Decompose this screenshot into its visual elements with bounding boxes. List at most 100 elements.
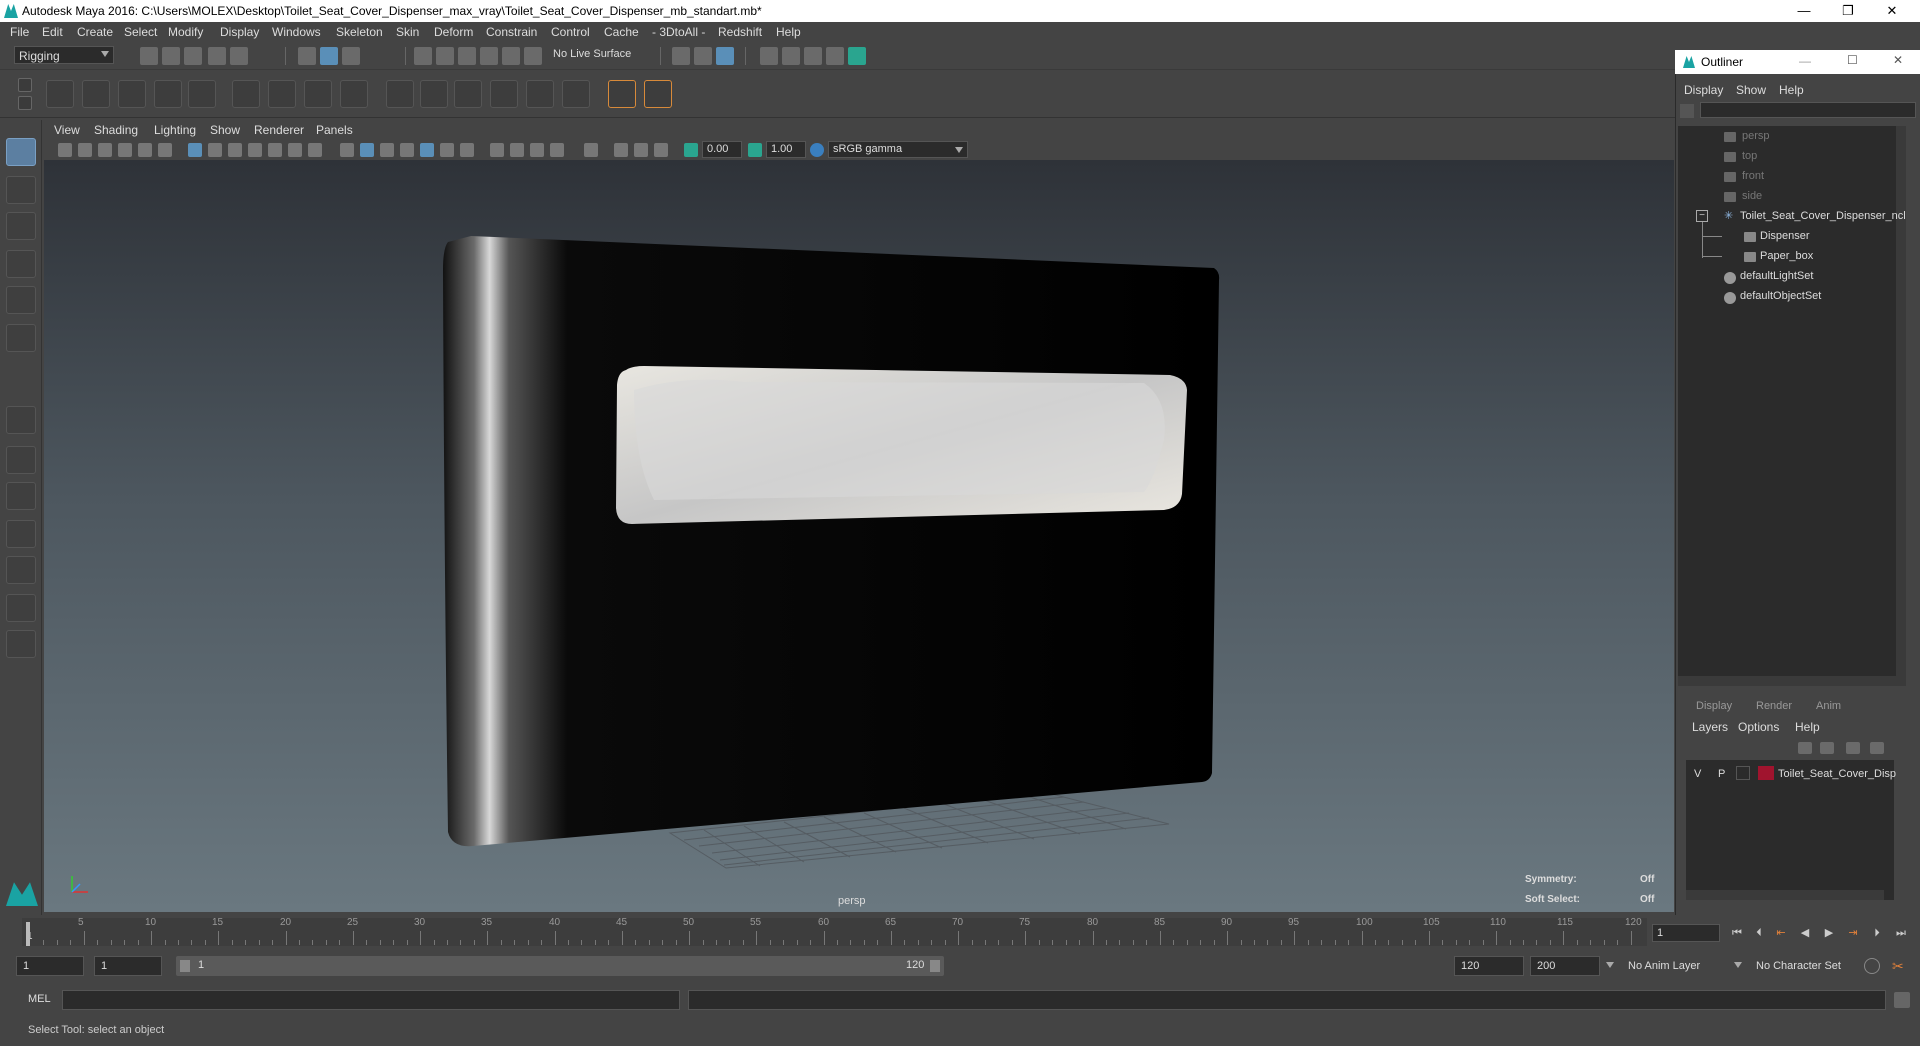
redo-icon[interactable] xyxy=(230,47,248,65)
layer-tab-anim[interactable]: Anim xyxy=(1816,700,1841,712)
select-object-icon[interactable] xyxy=(320,47,338,65)
pole-vector-icon[interactable] xyxy=(562,80,590,108)
menu-skeleton[interactable]: Skeleton xyxy=(336,25,383,39)
vp-menu-shading[interactable]: Shading xyxy=(94,123,138,137)
render-settings-icon[interactable] xyxy=(760,47,778,65)
menu-skin[interactable]: Skin xyxy=(396,25,419,39)
outliner-item-dispenser[interactable]: Dispenser xyxy=(1760,230,1810,242)
anim-layer-dropdown[interactable]: No Anim Layer xyxy=(1628,960,1700,972)
gamma-icon[interactable] xyxy=(748,143,762,157)
outliner-close-button[interactable]: ✕ xyxy=(1893,53,1903,67)
move-layer-down-icon[interactable] xyxy=(1820,742,1834,754)
perspective-viewport[interactable] xyxy=(44,160,1674,912)
layers-menu-layers[interactable]: Layers xyxy=(1692,720,1728,734)
grease-pencil-icon[interactable] xyxy=(158,143,172,157)
menu-3dtoall[interactable]: - 3DtoAll - xyxy=(652,25,705,39)
safe-action-icon[interactable] xyxy=(288,143,302,157)
single-pane-icon[interactable] xyxy=(6,406,36,434)
menu-modify[interactable]: Modify xyxy=(168,25,203,39)
time-slider-track[interactable] xyxy=(22,918,1647,946)
bookmark-icon[interactable] xyxy=(98,143,112,157)
persp-outliner-icon[interactable] xyxy=(6,520,36,548)
input-ops-icon[interactable] xyxy=(672,47,690,65)
range-handle-end[interactable] xyxy=(930,960,940,972)
new-scene-icon[interactable] xyxy=(140,47,158,65)
hud-icon[interactable] xyxy=(654,143,668,157)
grid-icon[interactable] xyxy=(188,143,202,157)
new-layer-selected-icon[interactable] xyxy=(1870,742,1884,754)
filter-icon[interactable] xyxy=(1680,104,1694,118)
menu-constrain[interactable]: Constrain xyxy=(486,25,537,39)
xray-joints-icon[interactable] xyxy=(614,143,628,157)
menu-redshift[interactable]: Redshift xyxy=(718,25,762,39)
hypershade-icon[interactable] xyxy=(848,47,866,65)
chevron-down-icon[interactable] xyxy=(1606,962,1614,968)
menu-display[interactable]: Display xyxy=(220,25,259,39)
vp-menu-show[interactable]: Show xyxy=(210,123,240,137)
scale-constraint-icon[interactable] xyxy=(490,80,518,108)
play-forward-icon[interactable]: ▶ xyxy=(1822,926,1836,940)
wireframe-on-shaded-icon[interactable] xyxy=(420,143,434,157)
animation-start-field[interactable]: 1 xyxy=(16,956,84,976)
set-driven-key-icon[interactable] xyxy=(644,80,672,108)
restore-button[interactable]: ❐ xyxy=(1826,0,1870,22)
vp-menu-lighting[interactable]: Lighting xyxy=(154,123,196,137)
collapse-toggle-icon[interactable]: − xyxy=(1696,210,1708,222)
gate-mask-icon[interactable] xyxy=(248,143,262,157)
menu-edit[interactable]: Edit xyxy=(42,25,63,39)
outliner-search-input[interactable] xyxy=(1700,102,1916,118)
image-plane-icon[interactable] xyxy=(118,143,132,157)
step-forward-frame-icon[interactable]: ⇥ xyxy=(1846,926,1860,940)
go-to-end-icon[interactable]: ⏭ xyxy=(1894,926,1908,940)
default-lighting-icon[interactable] xyxy=(380,143,394,157)
camera-attributes-icon[interactable] xyxy=(78,143,92,157)
film-gate-icon[interactable] xyxy=(208,143,222,157)
outliner-item-default-light-set[interactable]: defaultLightSet xyxy=(1740,270,1813,282)
bind-skin-icon[interactable] xyxy=(232,80,260,108)
point-constraint-icon[interactable] xyxy=(386,80,414,108)
auto-key-icon[interactable] xyxy=(1864,958,1880,974)
save-scene-icon[interactable] xyxy=(184,47,202,65)
snap-point-icon[interactable] xyxy=(458,47,476,65)
menu-control[interactable]: Control xyxy=(551,25,590,39)
motion-blur-icon[interactable] xyxy=(510,143,524,157)
menu-select[interactable]: Select xyxy=(124,25,157,39)
range-slider[interactable]: 1 120 xyxy=(176,956,944,976)
depth-of-field-icon[interactable] xyxy=(550,143,564,157)
shadows-icon[interactable] xyxy=(460,143,474,157)
magnet-icon[interactable] xyxy=(524,47,542,65)
field-chart-icon[interactable] xyxy=(268,143,282,157)
vp-menu-renderer[interactable]: Renderer xyxy=(254,123,304,137)
outliner-item-group[interactable]: Toilet_Seat_Cover_Dispenser_ncl xyxy=(1740,210,1906,222)
wireframe-icon[interactable] xyxy=(340,143,354,157)
four-pane-icon[interactable] xyxy=(6,446,36,474)
mirror-joint-icon[interactable] xyxy=(154,80,182,108)
hypershade-layout-icon[interactable] xyxy=(6,594,36,622)
menu-help[interactable]: Help xyxy=(776,25,801,39)
character-set-dropdown[interactable]: No Character Set xyxy=(1756,960,1841,972)
view-transform-dropdown[interactable]: sRGB gamma xyxy=(828,141,968,158)
outliner-menu-display[interactable]: Display xyxy=(1684,83,1723,97)
exposure-field[interactable]: 0.00 xyxy=(702,141,742,158)
isolate-select-icon[interactable] xyxy=(584,143,598,157)
layer-type-toggle[interactable] xyxy=(1736,766,1750,780)
current-frame-field[interactable]: 1 xyxy=(1652,924,1720,942)
close-button[interactable]: ✕ xyxy=(1870,0,1914,22)
orient-joint-icon[interactable] xyxy=(188,80,216,108)
menu-cache[interactable]: Cache xyxy=(604,25,639,39)
outliner-menu-show[interactable]: Show xyxy=(1736,83,1766,97)
select-tool-icon[interactable] xyxy=(6,138,36,166)
outliner-item-paper-box[interactable]: Paper_box xyxy=(1760,250,1813,262)
snap-grid-icon[interactable] xyxy=(414,47,432,65)
move-layer-up-icon[interactable] xyxy=(1798,742,1812,754)
outliner-item-default-object-set[interactable]: defaultObjectSet xyxy=(1740,290,1821,302)
playback-end-field[interactable]: 120 xyxy=(1454,956,1524,976)
layers-menu-options[interactable]: Options xyxy=(1738,720,1779,734)
menu-deform[interactable]: Deform xyxy=(434,25,473,39)
move-tool-icon[interactable] xyxy=(6,250,36,278)
chevron-down-icon[interactable] xyxy=(1734,962,1742,968)
snap-view-icon[interactable] xyxy=(480,47,498,65)
textured-icon[interactable] xyxy=(400,143,414,157)
layers-menu-help[interactable]: Help xyxy=(1795,720,1820,734)
select-component-icon[interactable] xyxy=(342,47,360,65)
